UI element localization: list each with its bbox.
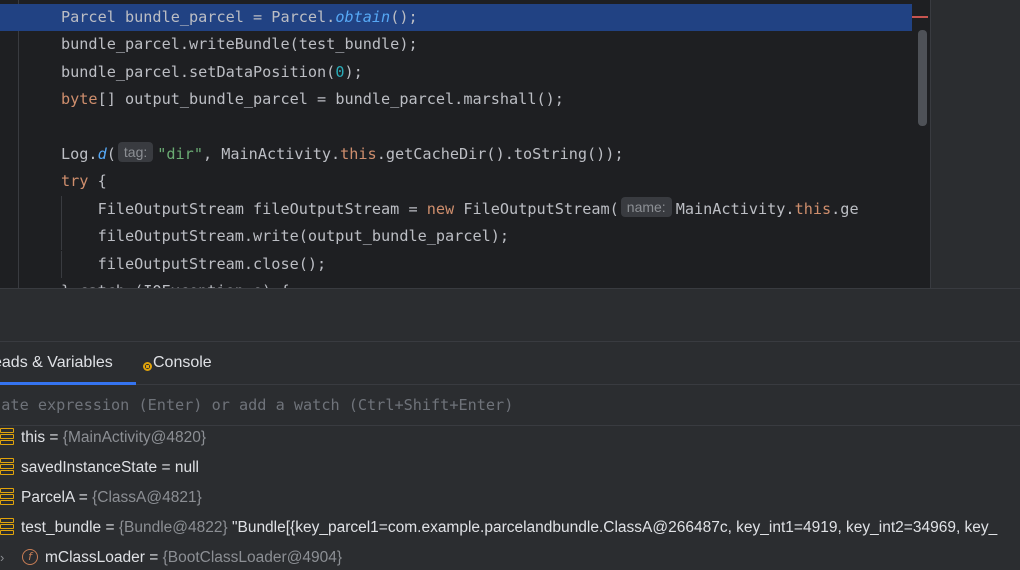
- code-text: } catch (IOException e) {: [61, 278, 290, 288]
- code-token: );: [344, 62, 363, 81]
- variable-row-savedInstanceState[interactable]: savedInstanceState = null: [0, 453, 1020, 483]
- code-text: FileOutputStream fileOutputStream = new …: [61, 196, 859, 223]
- variable-stack-icon: [0, 518, 14, 536]
- tab-console-label: Console: [153, 354, 212, 371]
- code-token: bundle_parcel.writeBundle(test_bundle);: [61, 35, 418, 54]
- variable-reference: {ClassA@4821}: [92, 489, 202, 506]
- code-line[interactable]: bundle_parcel.writeBundle(test_bundle);: [0, 31, 930, 58]
- variable-text: mClassLoader = {BootClassLoader@4904}: [45, 543, 342, 570]
- code-token: d: [97, 145, 107, 163]
- code-token: Log.: [61, 145, 98, 163]
- editor-scrollbar-thumb[interactable]: [918, 30, 927, 126]
- code-token: byte: [61, 90, 98, 109]
- code-text: bundle_parcel.writeBundle(test_bundle);: [61, 31, 418, 58]
- tab-threads-variables[interactable]: eads & Variables: [0, 342, 136, 385]
- field-icon: f: [22, 549, 38, 565]
- variable-stack-icon: [0, 458, 14, 476]
- parameter-hint: tag:: [117, 142, 154, 162]
- variable-equals: =: [101, 519, 119, 536]
- code-token: ();: [390, 8, 418, 26]
- variable-value: null: [174, 459, 199, 476]
- debug-tabs: eads & Variables Console: [0, 342, 1020, 385]
- variable-row-ParcelA[interactable]: ParcelA = {ClassA@4821}: [0, 483, 1020, 513]
- debug-toolbar: [0, 289, 1020, 342]
- code-line[interactable]: byte[] output_bundle_parcel = bundle_par…: [0, 86, 930, 113]
- code-text: Parcel bundle_parcel = Parcel.obtain();: [61, 4, 418, 31]
- code-line[interactable]: FileOutputStream fileOutputStream = new …: [0, 195, 930, 223]
- code-token: "dir": [157, 145, 203, 163]
- variable-stack-icon: [0, 488, 14, 506]
- variables-list: this = {MainActivity@4820} savedInstanceS…: [0, 426, 1020, 570]
- code-line[interactable]: fileOutputStream.write(output_bundle_par…: [0, 223, 930, 251]
- variable-row-test_bundle[interactable]: test_bundle = {Bundle@4822} "Bundle[{key…: [0, 513, 1020, 543]
- code-token: new: [426, 199, 455, 218]
- code-text: fileOutputStream.close();: [61, 251, 327, 278]
- code-line[interactable]: bundle_parcel.setDataPosition(0);: [0, 59, 930, 86]
- code-text: byte[] output_bundle_parcel = bundle_par…: [61, 86, 564, 113]
- right-tool-pane: [930, 0, 1020, 288]
- variable-name: mClassLoader: [45, 549, 145, 566]
- code-line[interactable]: [0, 114, 930, 141]
- variable-name: test_bundle: [21, 519, 102, 536]
- variable-reference: {Bundle@4822}: [118, 519, 228, 536]
- variable-row-this[interactable]: this = {MainActivity@4820}: [0, 426, 1020, 453]
- code-token: bundle_parcel.setDataPosition(: [61, 62, 336, 81]
- code-line-current[interactable]: Parcel bundle_parcel = Parcel.obtain();: [0, 4, 930, 31]
- variable-name: ParcelA: [21, 489, 75, 506]
- code-text: fileOutputStream.write(output_bundle_par…: [61, 223, 509, 250]
- error-stripe-marker[interactable]: [912, 16, 928, 18]
- code-token: MainActivity.: [675, 199, 795, 218]
- variable-reference: {MainActivity@4820}: [62, 429, 207, 446]
- code-token: FileOutputStream fileOutputStream =: [61, 199, 427, 218]
- variable-equals: =: [45, 429, 63, 446]
- code-token: (: [106, 145, 116, 163]
- code-token: obtain: [335, 8, 391, 26]
- variable-reference: {BootClassLoader@4904}: [162, 549, 343, 566]
- code-token: .ge: [831, 199, 859, 218]
- code-text: bundle_parcel.setDataPosition(0);: [61, 59, 363, 86]
- code-line[interactable]: fileOutputStream.close();: [0, 250, 930, 278]
- code-editor[interactable]: Parcel bundle_parcel = Parcel.obtain(); b…: [0, 0, 930, 288]
- variable-row-mClassLoader[interactable]: › f mClassLoader = {BootClassLoader@4904}: [0, 543, 1020, 570]
- code-text: try {: [61, 168, 107, 195]
- console-icon: [143, 362, 152, 371]
- variable-stack-icon: [0, 428, 14, 446]
- parameter-hint: name:: [620, 196, 672, 217]
- code-token: Parcel bundle_parcel = Parcel.: [61, 8, 336, 26]
- code-token: this: [340, 145, 377, 163]
- variable-text: savedInstanceState = null: [21, 453, 199, 483]
- variable-text: test_bundle = {Bundle@4822} "Bundle[{key…: [21, 513, 997, 543]
- code-text: Log.d(tag: "dir", MainActivity.this.getCa…: [61, 141, 624, 168]
- code-token: , MainActivity.: [202, 145, 341, 163]
- variable-equals: =: [144, 549, 163, 566]
- code-token: .getCacheDir().toString());: [376, 145, 624, 163]
- variable-equals: =: [74, 489, 93, 506]
- code-token: {: [88, 172, 107, 191]
- code-token: fileOutputStream.write(output_bundle_par…: [61, 227, 510, 246]
- code-line[interactable]: } catch (IOException e) {: [0, 278, 930, 288]
- tab-console[interactable]: Console: [143, 342, 212, 384]
- code-token: this: [794, 199, 832, 218]
- evaluate-expression-input[interactable]: [0, 385, 1013, 425]
- variable-name: savedInstanceState: [21, 459, 158, 476]
- variable-equals: =: [157, 459, 175, 476]
- code-token: try: [61, 172, 89, 191]
- evaluate-bar: [0, 385, 1020, 426]
- variable-name: this: [21, 429, 46, 446]
- variable-text: this = {MainActivity@4820}: [21, 426, 206, 453]
- chevron-right-icon[interactable]: ›: [0, 543, 10, 570]
- variable-value: "Bundle[{key_parcel1=com.example.parcela…: [227, 519, 998, 536]
- variable-text: ParcelA = {ClassA@4821}: [21, 483, 202, 513]
- tab-threads-variables-label: eads & Variables: [0, 354, 113, 371]
- code-token: FileOutputStream(: [454, 199, 619, 218]
- code-token: [] output_bundle_parcel = bundle_parcel.…: [97, 90, 564, 109]
- code-token: fileOutputStream.close();: [61, 254, 327, 273]
- code-line[interactable]: try {: [0, 168, 930, 195]
- code-line[interactable]: Log.d(tag: "dir", MainActivity.this.getCa…: [0, 141, 930, 168]
